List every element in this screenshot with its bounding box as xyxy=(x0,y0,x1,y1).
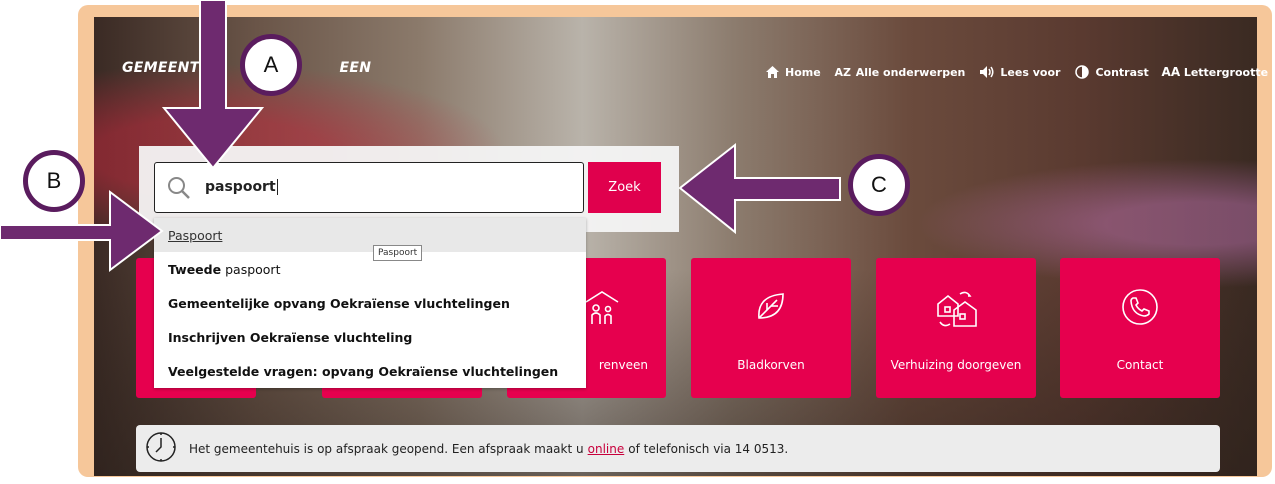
arrow-b xyxy=(0,190,164,272)
annotation-arrows xyxy=(0,0,841,272)
annotation-label-c: C xyxy=(848,154,910,216)
annotation-label-a: A xyxy=(240,34,302,96)
arrow-c xyxy=(678,142,841,235)
annotation-label-b: B xyxy=(23,150,85,212)
